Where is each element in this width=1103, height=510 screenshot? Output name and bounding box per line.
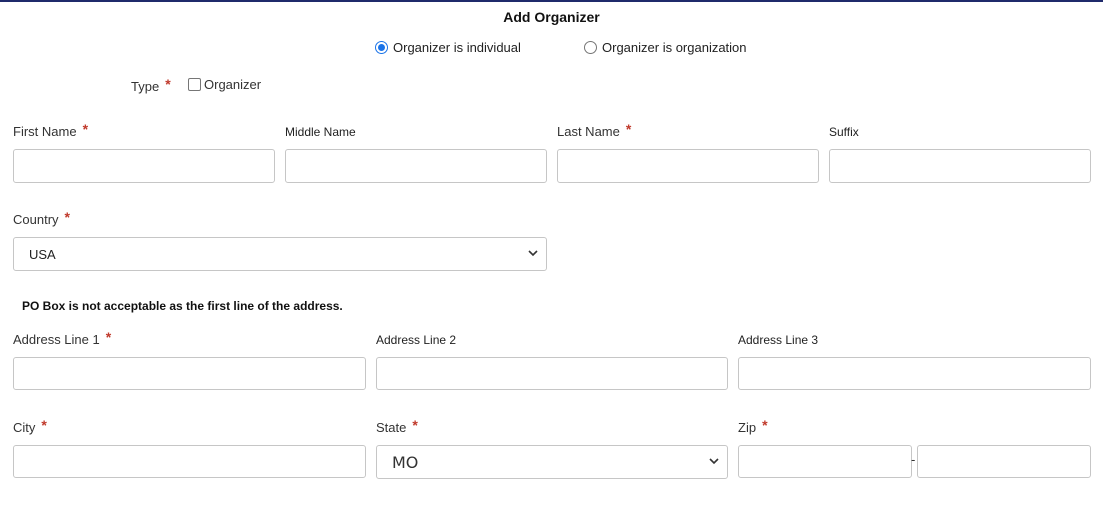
zip-label-text: Zip — [738, 420, 757, 435]
radio-organizer-organization[interactable]: Organizer is organization — [584, 38, 747, 56]
radio-organizer-individual[interactable]: Organizer is individual — [375, 38, 521, 56]
required-marker: * — [82, 121, 89, 137]
first-name-input[interactable] — [13, 149, 275, 183]
radio-selected-icon[interactable] — [375, 40, 388, 54]
last-name-input[interactable] — [557, 149, 819, 183]
first-name-label: First Name * — [13, 121, 89, 140]
chevron-down-icon — [528, 250, 538, 257]
po-box-notice: PO Box is not acceptable as the first li… — [22, 299, 343, 313]
required-marker: * — [105, 329, 112, 345]
address-line3-label: Address Line 3 — [738, 333, 819, 347]
radio-unselected-icon[interactable] — [584, 40, 597, 54]
form-title: Add Organizer — [503, 9, 600, 25]
zip-label: Zip * — [738, 417, 768, 436]
state-label-text: State — [376, 420, 407, 435]
required-marker: * — [412, 417, 418, 433]
last-name-label: Last Name * — [557, 121, 632, 140]
last-name-label-text: Last Name — [557, 124, 620, 139]
city-label-text: City — [13, 420, 36, 435]
organizer-checkbox-group[interactable]: Organizer — [188, 76, 261, 94]
zip-separator: - — [911, 452, 916, 467]
address-line1-label-text: Address Line 1 — [13, 332, 100, 347]
required-marker: * — [64, 209, 70, 225]
zip-input[interactable] — [738, 445, 912, 478]
country-label: Country * — [13, 209, 70, 228]
first-name-label-text: First Name — [13, 124, 77, 139]
required-marker: * — [165, 76, 171, 92]
address-line1-label: Address Line 1 * — [13, 329, 112, 348]
city-label: City * — [13, 417, 47, 436]
type-label: Type * — [131, 76, 171, 95]
type-label-text: Type — [131, 79, 160, 94]
chevron-down-icon — [709, 458, 719, 465]
radio-individual-label: Organizer is individual — [393, 39, 521, 55]
country-selected-value: USA — [29, 246, 56, 262]
country-select[interactable]: USA — [13, 237, 547, 271]
suffix-label: Suffix — [829, 125, 859, 139]
country-label-text: Country — [13, 212, 59, 227]
radio-organization-label: Organizer is organization — [602, 39, 747, 55]
city-input[interactable] — [13, 445, 366, 478]
middle-name-label: Middle Name — [285, 125, 356, 139]
state-label: State * — [376, 417, 418, 436]
organizer-checkbox[interactable] — [188, 78, 201, 91]
address-line3-input[interactable] — [738, 357, 1091, 390]
required-marker: * — [762, 417, 768, 433]
state-select[interactable]: MO — [376, 445, 728, 479]
address-line2-label: Address Line 2 — [376, 333, 457, 347]
organizer-checkbox-label: Organizer — [204, 77, 262, 92]
required-marker: * — [625, 121, 632, 137]
suffix-input[interactable] — [829, 149, 1091, 183]
address-line2-input[interactable] — [376, 357, 728, 390]
address-line1-input[interactable] — [13, 357, 366, 390]
zip-extension-input[interactable] — [917, 445, 1091, 478]
top-border — [0, 0, 1103, 2]
state-selected-value: MO — [392, 452, 419, 472]
middle-name-input[interactable] — [285, 149, 547, 183]
required-marker: * — [41, 417, 47, 433]
